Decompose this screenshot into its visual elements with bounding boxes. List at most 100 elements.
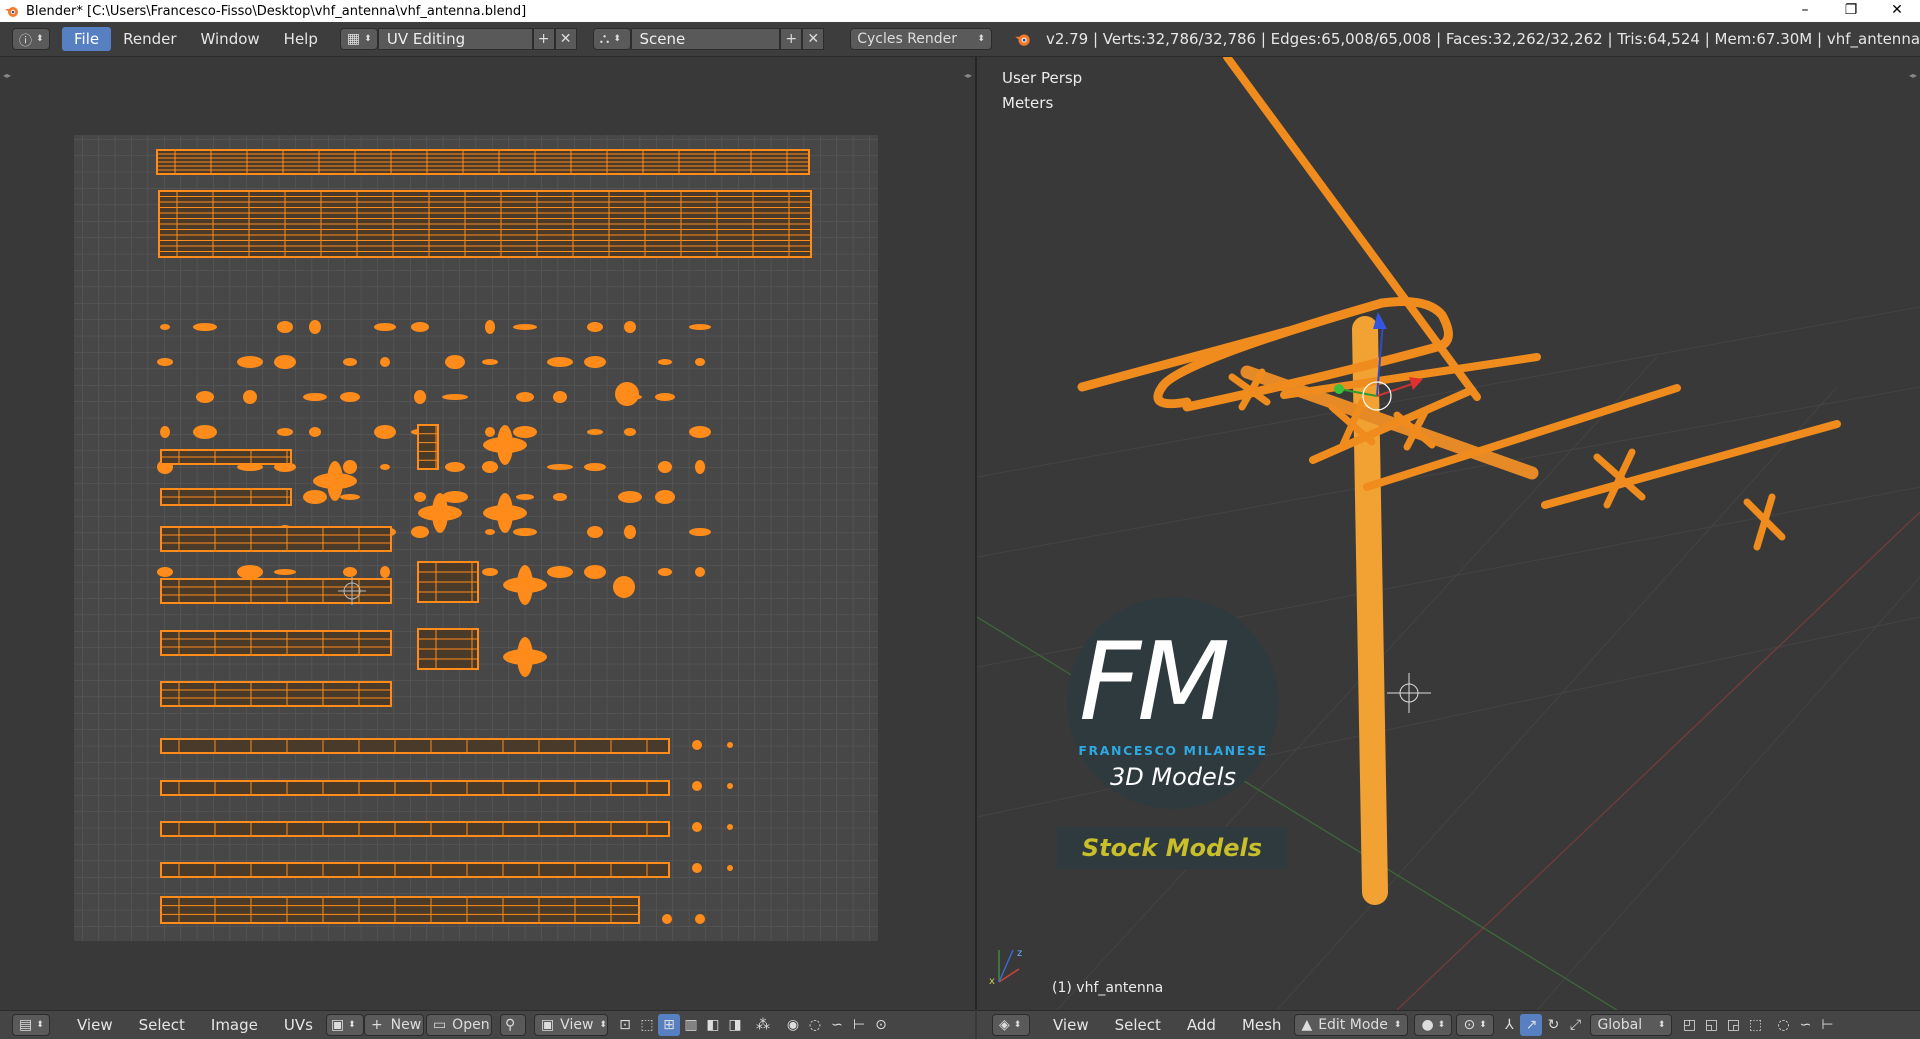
uv-island[interactable] <box>513 426 537 438</box>
menu-add[interactable]: Add <box>1174 1016 1229 1034</box>
proportional-edit-icon[interactable]: ◌ <box>804 1014 826 1036</box>
uv-island[interactable] <box>445 462 465 472</box>
uv-island[interactable] <box>655 490 675 504</box>
uv-island[interactable] <box>658 461 672 473</box>
uv-island[interactable] <box>343 460 357 474</box>
uv-island-strip[interactable] <box>160 780 670 796</box>
vertex-select-icon[interactable]: ⊞ <box>657 1014 680 1036</box>
uv-island[interactable] <box>193 425 217 439</box>
view-mode-dropdown[interactable]: ▣ View ⬍ <box>533 1014 608 1036</box>
snap-element-icon[interactable]: ⊢ <box>848 1014 870 1036</box>
occlude-geometry-icon[interactable]: ⬚ <box>1744 1014 1766 1036</box>
vertex-select-icon[interactable]: ◰ <box>1678 1014 1700 1036</box>
pin-toggle[interactable]: ⚲ <box>499 1014 526 1036</box>
menu-window[interactable]: Window <box>189 27 272 51</box>
remove-scene-button[interactable]: ✕ <box>802 28 825 50</box>
snap-element-icon[interactable]: ⊢ <box>1816 1014 1838 1036</box>
menu-image[interactable]: Image <box>198 1016 271 1034</box>
menu-select[interactable]: Select <box>1102 1016 1174 1034</box>
render-engine-dropdown[interactable]: Cycles Render ⬍ <box>850 28 992 50</box>
uv-island[interactable] <box>692 863 702 873</box>
editor-type-info-button[interactable]: ⓘ ⬍ <box>12 28 50 50</box>
uv-island[interactable] <box>411 526 429 538</box>
uv-island[interactable] <box>689 426 711 438</box>
uv-island-strip[interactable] <box>160 630 392 656</box>
uv-island[interactable] <box>380 464 390 470</box>
uv-island-strip[interactable] <box>160 526 392 552</box>
menu-file[interactable]: File <box>62 27 112 51</box>
uv-island[interactable] <box>432 493 448 533</box>
translate-manipulator-icon[interactable]: ↗ <box>1520 1014 1543 1036</box>
add-scene-button[interactable]: + <box>780 28 803 50</box>
snap-icon[interactable]: ∽ <box>826 1014 848 1036</box>
rotate-manipulator-icon[interactable]: ↻ <box>1542 1014 1564 1036</box>
uv-island[interactable] <box>497 425 513 465</box>
uv-island[interactable] <box>237 565 263 579</box>
uv-island[interactable] <box>482 461 498 473</box>
uv-island[interactable] <box>414 390 426 404</box>
maximize-button[interactable]: ❐ <box>1828 0 1874 22</box>
uv-island[interactable] <box>243 390 257 404</box>
uv-island[interactable] <box>613 576 635 598</box>
edge-select-icon[interactable]: ▥ <box>680 1014 702 1036</box>
uv-island[interactable] <box>414 492 426 502</box>
face-select-icon[interactable]: ◧ <box>702 1014 724 1036</box>
uv-island[interactable] <box>193 323 217 331</box>
uv-island[interactable] <box>689 528 711 536</box>
screen-layout-field[interactable]: UV Editing <box>377 28 533 50</box>
uv-island[interactable] <box>584 356 606 368</box>
snap-icon[interactable]: ∽ <box>1794 1014 1816 1036</box>
uv-island[interactable] <box>615 382 639 406</box>
uv-island[interactable] <box>237 356 263 368</box>
uv-island[interactable] <box>695 914 705 924</box>
uv-island[interactable] <box>584 463 606 471</box>
uv-island-strip[interactable] <box>160 896 640 924</box>
uv-island[interactable] <box>689 324 711 330</box>
uv-island[interactable] <box>485 529 495 535</box>
menu-select[interactable]: Select <box>126 1016 198 1034</box>
uv-island[interactable] <box>727 742 733 748</box>
edge-select-icon[interactable]: ◱ <box>1700 1014 1722 1036</box>
uv-island[interactable] <box>695 358 705 366</box>
uv-island[interactable] <box>343 358 357 366</box>
uv-select-mode-icon[interactable]: ⬚ <box>636 1014 658 1036</box>
uv-island[interactable] <box>547 357 573 367</box>
uv-image-editor[interactable]: ◂▸ ◂▸ <box>0 57 977 1010</box>
uv-island[interactable] <box>662 914 672 924</box>
uv-island[interactable] <box>442 394 468 400</box>
uv-island[interactable] <box>157 358 173 366</box>
interaction-mode-dropdown[interactable]: ▲ Edit Mode ⬍ <box>1294 1014 1409 1036</box>
menu-uvs[interactable]: UVs <box>271 1016 326 1034</box>
uv-island[interactable] <box>692 822 702 832</box>
uv-island[interactable] <box>553 391 567 403</box>
uv-island[interactable] <box>497 493 513 533</box>
uv-island[interactable] <box>517 565 533 605</box>
uv-island-strip[interactable] <box>160 821 670 837</box>
uv-island[interactable] <box>343 567 357 577</box>
uv-island[interactable] <box>587 429 603 435</box>
uv-island[interactable] <box>309 320 321 334</box>
uv-island[interactable] <box>553 493 567 501</box>
uv-island[interactable] <box>547 566 573 578</box>
uv-island[interactable] <box>277 321 293 333</box>
uv-island[interactable] <box>157 567 173 577</box>
image-browse-button[interactable]: ▣ ⬍ <box>325 1014 364 1036</box>
uv-island[interactable] <box>695 460 705 474</box>
uv-island[interactable] <box>658 568 672 576</box>
uv-island[interactable] <box>727 865 733 871</box>
uv-island[interactable] <box>340 392 360 402</box>
uv-island[interactable] <box>547 464 573 470</box>
menu-help[interactable]: Help <box>272 27 330 51</box>
proportional-edit-icon[interactable]: ◌ <box>1772 1014 1794 1036</box>
editor-type-button[interactable]: ◈ ⬍ <box>992 1014 1030 1036</box>
uv-island-strip[interactable] <box>160 681 392 707</box>
uv-island[interactable] <box>692 740 702 750</box>
uv-island[interactable] <box>624 525 636 539</box>
uv-sync-selection-icon[interactable]: ⊡ <box>614 1014 636 1036</box>
uv-island[interactable] <box>618 491 642 503</box>
uv-island[interactable] <box>374 323 396 331</box>
uv-canvas[interactable] <box>0 57 975 1010</box>
uv-island[interactable] <box>692 781 702 791</box>
uv-island[interactable] <box>516 494 534 500</box>
transform-orientation-dropdown[interactable]: Global ⬍ <box>1590 1014 1673 1036</box>
